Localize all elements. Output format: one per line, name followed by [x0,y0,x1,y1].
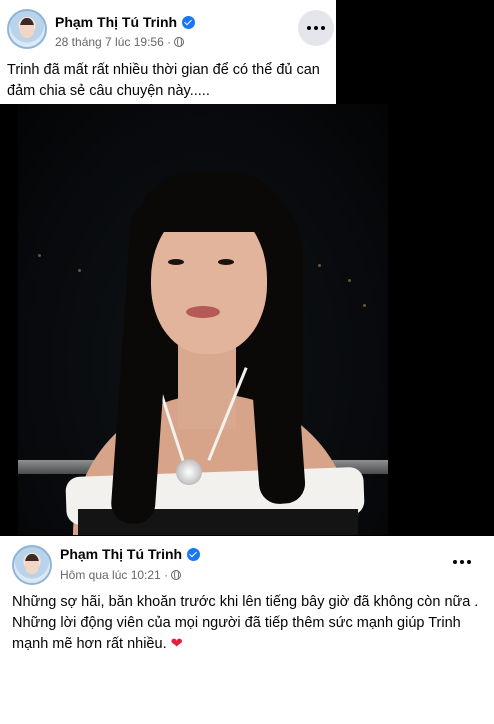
post-bottom: Phạm Thị Tú Trinh Hôm qua lúc 10:21 · Nh… [0,536,494,724]
post-text: Những sợ hãi, băn khoăn trước khi lên ti… [12,594,479,652]
eye [168,259,184,265]
verified-badge-icon [182,15,196,29]
globe-icon [171,570,182,580]
author-name-row: Phạm Thị Tú Trinh [60,546,201,562]
background-light [38,254,41,257]
author-avatar[interactable] [7,9,47,49]
pendant [176,459,202,485]
verified-badge-icon [187,547,201,561]
post-meta: 28 tháng 7 lúc 19:56 · [55,35,185,49]
background-light [348,279,351,282]
more-options-icon [453,560,471,564]
more-options-button[interactable] [298,10,334,46]
eye [218,259,234,265]
more-options-icon [307,26,325,30]
author-name[interactable]: Phạm Thị Tú Trinh [55,14,177,30]
lips [186,306,220,318]
post-timestamp[interactable]: Hôm qua lúc 10:21 · [60,568,168,582]
post-header-top: Phạm Thị Tú Trinh 28 tháng 7 lúc 19:56 ·… [0,0,336,104]
post-meta: Hôm qua lúc 10:21 · [60,568,182,582]
more-options-button[interactable] [448,548,476,576]
hair-top [138,172,284,232]
post-text: Trinh đã mất rất nhiều thời gian để có t… [7,62,320,99]
video-player[interactable] [18,104,388,535]
background-light [78,269,81,272]
post-timestamp[interactable]: 28 tháng 7 lúc 19:56 · [55,35,171,49]
globe-icon [174,37,185,47]
author-name-row: Phạm Thị Tú Trinh [55,14,196,30]
author-name[interactable]: Phạm Thị Tú Trinh [60,546,182,562]
author-avatar[interactable] [12,545,52,585]
post-text-container: Những sợ hãi, băn khoăn trước khi lên ti… [12,592,488,655]
background-light [318,264,321,267]
heart-emoji: ❤ [170,636,183,652]
background-light [363,304,366,307]
